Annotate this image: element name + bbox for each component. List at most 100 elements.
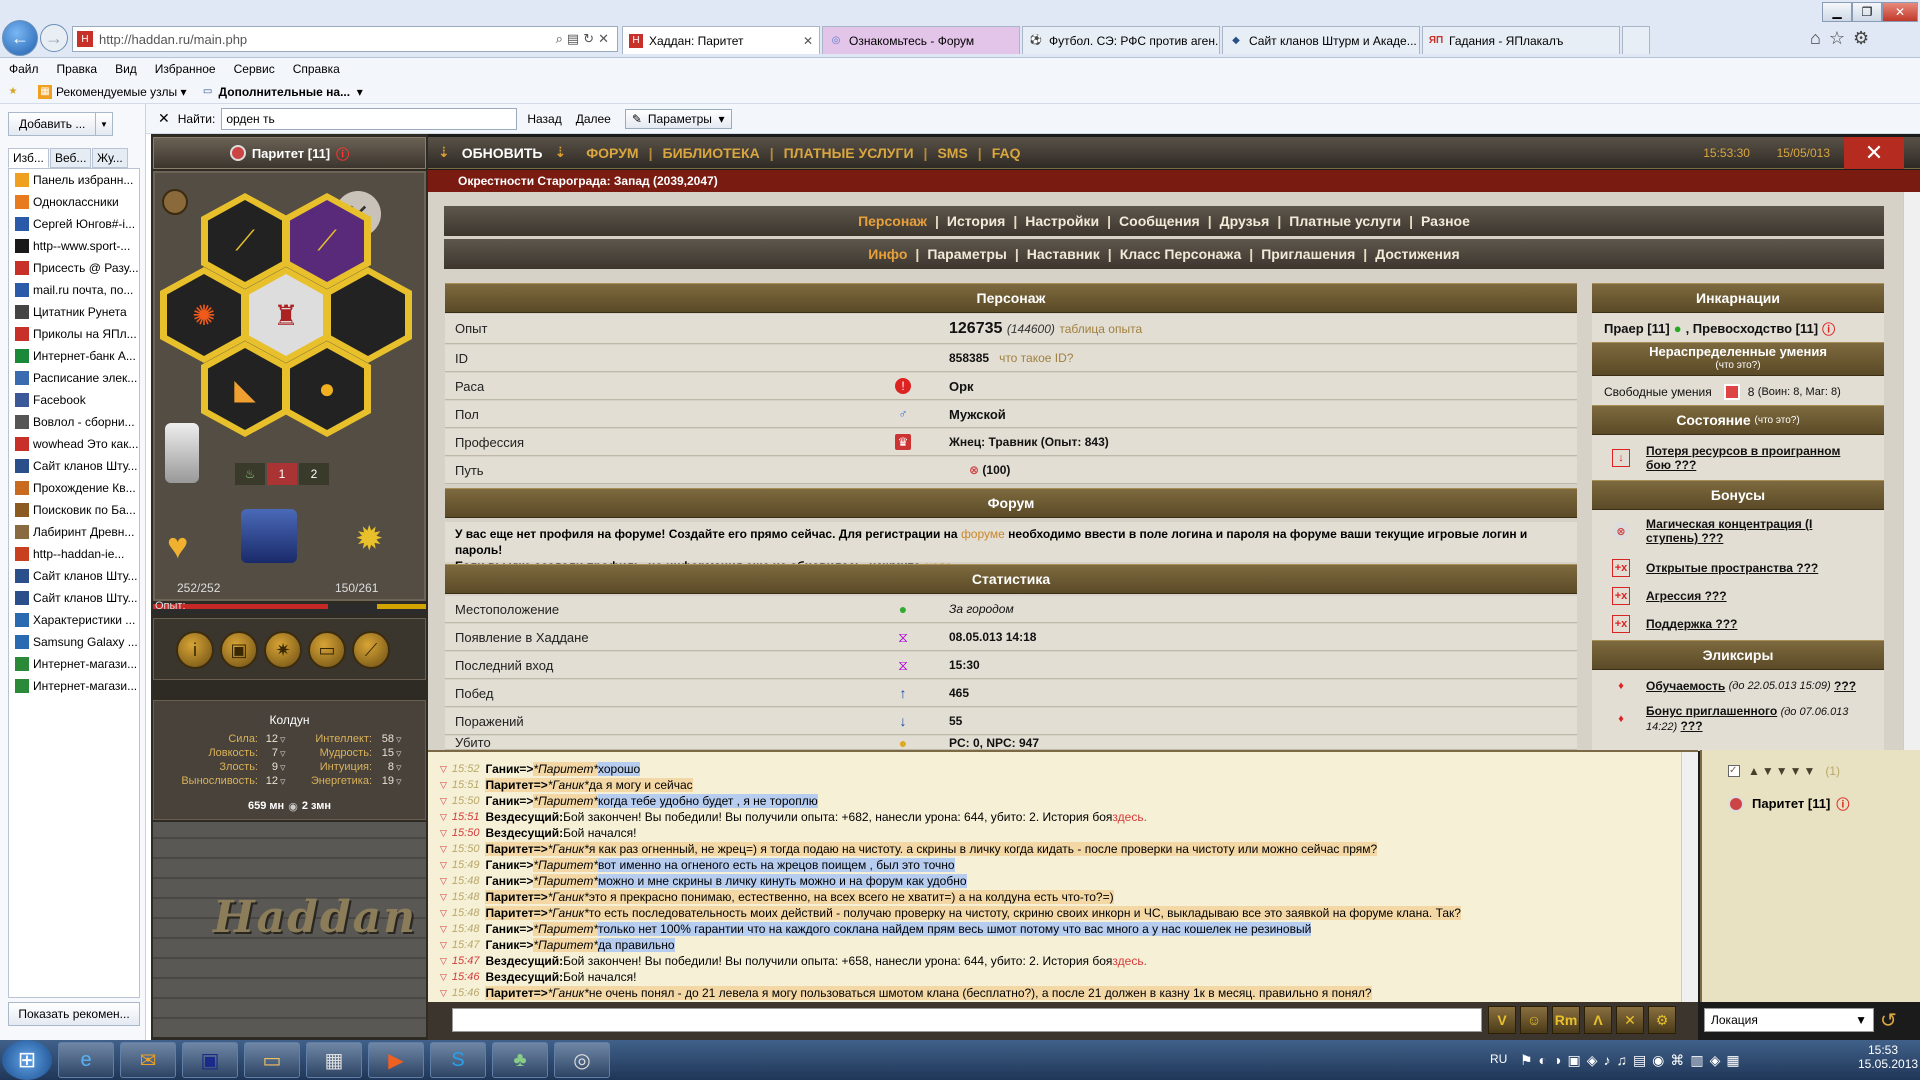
find-input[interactable]	[221, 107, 518, 130]
chat-recipient[interactable]: *Паритет*	[533, 874, 599, 888]
favorite-item[interactable]: Присесть @ Разу...	[9, 257, 139, 279]
tray-icons[interactable]: ⚑◐◑▣◈♪♫▤◉⌘▥◈▦	[1520, 1052, 1746, 1069]
favorite-item[interactable]: Интернет-магази...	[9, 653, 139, 675]
tab-haddan[interactable]: H Хаддан: Паритет ✕	[622, 26, 820, 54]
favorite-item[interactable]: Интернет-магази...	[9, 675, 139, 697]
sidebar-tab-history[interactable]: Жу...	[92, 148, 128, 168]
menu-favorites[interactable]: Избранное	[146, 62, 225, 76]
character-name[interactable]: Паритет [11]	[252, 146, 330, 161]
battle-history-link[interactable]: здесь.	[1112, 810, 1147, 824]
refresh-button[interactable]: ОБНОВИТЬ	[462, 145, 543, 161]
chat-scrollbar[interactable]	[1681, 752, 1698, 1002]
tab-forum[interactable]: ◎ Ознакомьтесь - Форум	[822, 26, 1020, 54]
chevron-down-icon[interactable]: ▿	[280, 775, 286, 788]
reply-icon[interactable]: ▽	[440, 812, 447, 823]
nav-item[interactable]: Друзья	[1220, 213, 1270, 229]
menu-view[interactable]: Вид	[106, 62, 146, 76]
add-favorite-button[interactable]: Добавить ... ▼	[8, 112, 113, 136]
chevron-down-icon[interactable]: ▿	[396, 775, 402, 788]
sword-action-icon[interactable]: ⟋	[352, 631, 390, 669]
info-action-icon[interactable]: i	[176, 631, 214, 669]
favorite-item[interactable]: Прохождение Кв...	[9, 477, 139, 499]
extra-addons[interactable]: ▭ Дополнительные на... ▾	[201, 85, 363, 99]
chevron-down-icon[interactable]: ▿	[280, 733, 286, 746]
chat-sender[interactable]: Паритет	[485, 890, 534, 904]
chat-recipient[interactable]: *Ганик*	[547, 778, 589, 792]
find-next-button[interactable]: Далее	[576, 112, 611, 126]
id-help-link[interactable]: что такое ID?	[999, 351, 1073, 365]
taskbar-media[interactable]: ▶	[368, 1042, 424, 1078]
chat-recipient[interactable]: *Паритет*	[533, 938, 599, 952]
favorite-item[interactable]: Сайт кланов Шту...	[9, 455, 139, 477]
favorite-item[interactable]: mail.ru почта, по...	[9, 279, 139, 301]
home-icon[interactable]: ⌂	[1810, 28, 1829, 48]
find-prev-button[interactable]: Назад	[527, 112, 561, 126]
chat-sender[interactable]: Вездесущий:	[485, 826, 563, 840]
chat-input[interactable]	[452, 1008, 1482, 1032]
nav-item[interactable]: Платные услуги	[1289, 213, 1401, 229]
chevron-down-icon[interactable]: ▿	[280, 761, 286, 774]
favorites-star-button[interactable]: ★	[6, 85, 24, 99]
chat-sender[interactable]: Ганик	[485, 858, 519, 872]
taskbar-calculator[interactable]: ▦	[306, 1042, 362, 1078]
favorite-item[interactable]: Сергей Юнгов#-i...	[9, 213, 139, 235]
taskbar-app[interactable]: ♣	[492, 1042, 548, 1078]
amulet-icon[interactable]: ✹	[355, 519, 384, 559]
taskbar-browser[interactable]: ◎	[554, 1042, 610, 1078]
heart-icon[interactable]: ♥	[167, 525, 188, 567]
sidebar-tab-favorites[interactable]: Изб...	[8, 148, 49, 168]
reply-icon[interactable]: ▽	[440, 764, 447, 775]
start-button[interactable]: ⊞	[2, 1040, 52, 1080]
favorite-item[interactable]: Сайт кланов Шту...	[9, 565, 139, 587]
chat-filter-button[interactable]: Λ	[1584, 1006, 1612, 1034]
battle-history-link[interactable]: здесь.	[1112, 954, 1147, 968]
taskbar-skype[interactable]: S	[430, 1042, 486, 1078]
chat-sender[interactable]: Паритет	[485, 842, 534, 856]
reply-icon[interactable]: ▽	[440, 988, 447, 999]
chat-clear-button[interactable]: ✕	[1616, 1006, 1644, 1034]
close-tab-icon[interactable]: ✕	[795, 34, 813, 48]
nav-item[interactable]: Параметры	[927, 246, 1007, 262]
reply-icon[interactable]: ▽	[440, 972, 447, 983]
favorite-item[interactable]: Поисковик по Ба...	[9, 499, 139, 521]
skills-action-icon[interactable]: ✷	[264, 631, 302, 669]
nav-forum[interactable]: ФОРУМ	[586, 145, 638, 161]
chat-sender[interactable]: Вездесущий:	[485, 970, 563, 984]
nav-item[interactable]: Класс Персонажа	[1120, 246, 1242, 262]
maximize-button[interactable]: ❐	[1852, 2, 1882, 22]
nav-item[interactable]: Приглашения	[1261, 246, 1355, 262]
reply-icon[interactable]: ▽	[440, 924, 447, 935]
close-window-button[interactable]: ✕	[1882, 2, 1918, 22]
info-icon[interactable]: ⓘ	[1822, 319, 1835, 338]
chat-sender[interactable]: Ганик	[485, 874, 519, 888]
chat-sender[interactable]: Ганик	[485, 794, 519, 808]
tab-football[interactable]: ⚽ Футбол. СЭ: РФС против аген...	[1022, 26, 1220, 54]
nav-item[interactable]: Достижения	[1375, 246, 1460, 262]
taskbar-save[interactable]: ▣	[182, 1042, 238, 1078]
equipment-slot-ring[interactable]	[162, 189, 188, 215]
chat-sender[interactable]: Ганик	[485, 762, 519, 776]
reply-icon[interactable]: ▽	[440, 892, 447, 903]
favorite-item[interactable]: Панель избранн...	[9, 169, 139, 191]
refresh-online-icon[interactable]: ↺	[1880, 1008, 1906, 1032]
online-player[interactable]: Паритет [11] ⓘ	[1728, 794, 1849, 813]
clock[interactable]: 15:53 15.05.2013	[1858, 1043, 1918, 1071]
favorite-item[interactable]: Характеристики ...	[9, 609, 139, 631]
belt-slot-1[interactable]: 1	[267, 463, 297, 485]
nav-item[interactable]: История	[947, 213, 1005, 229]
belt-slot-2[interactable]: 2	[299, 463, 329, 485]
favorite-item[interactable]: Сайт кланов Шту...	[9, 587, 139, 609]
chat-recipient[interactable]: *Паритет*	[533, 922, 599, 936]
favorite-item[interactable]: Samsung Galaxy ...	[9, 631, 139, 653]
online-player-name[interactable]: Паритет [11]	[1752, 796, 1830, 811]
nav-sms[interactable]: SMS	[937, 145, 967, 161]
menu-edit[interactable]: Правка	[48, 62, 107, 76]
favorite-item[interactable]: Цитатник Рунета	[9, 301, 139, 323]
exp-table-link[interactable]: таблица опыта	[1059, 322, 1142, 336]
nav-item[interactable]: Настройки	[1025, 213, 1099, 229]
search-icon[interactable]: ⌕	[556, 31, 567, 46]
chevron-down-icon[interactable]: ▿	[280, 747, 286, 760]
favorite-item[interactable]: Расписание элек...	[9, 367, 139, 389]
chevron-down-icon[interactable]: ▼	[95, 112, 113, 136]
nav-item-active[interactable]: Инфо	[868, 246, 907, 262]
